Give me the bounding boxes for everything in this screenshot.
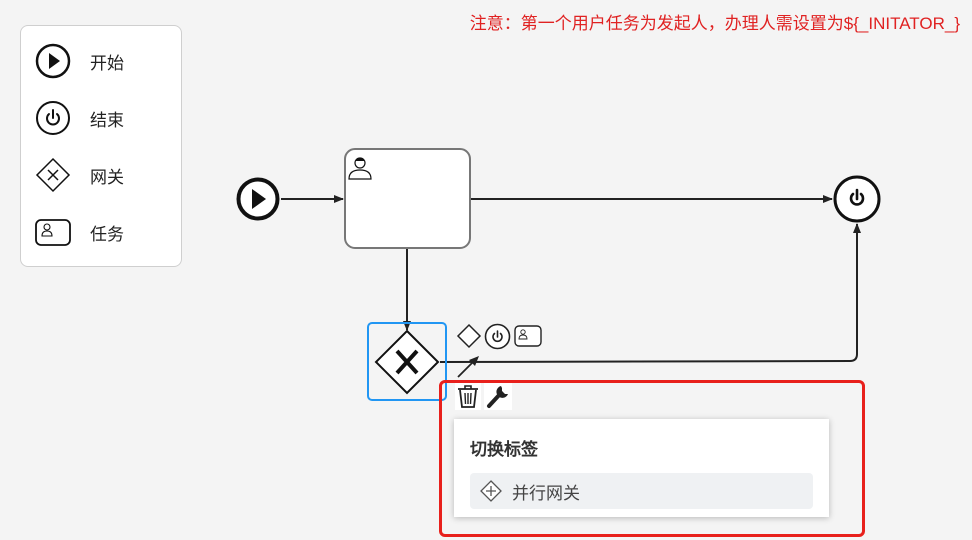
append-end-event-icon[interactable]	[484, 323, 511, 350]
append-task-icon[interactable]	[514, 325, 542, 347]
user-task[interactable]	[344, 148, 471, 249]
replace-menu-popup: 切换标签 并行网关	[454, 419, 829, 517]
popup-entry-parallel-gateway[interactable]: 并行网关	[470, 473, 813, 509]
parallel-gateway-icon	[480, 480, 502, 502]
connect-arrow-icon[interactable]	[455, 353, 482, 380]
exclusive-gateway[interactable]	[374, 329, 440, 395]
start-event[interactable]	[236, 177, 280, 221]
append-gateway-icon[interactable]	[456, 323, 482, 349]
end-event[interactable]	[833, 175, 881, 223]
popup-entry-label: 并行网关	[512, 483, 580, 503]
popup-title: 切换标签	[470, 440, 538, 459]
